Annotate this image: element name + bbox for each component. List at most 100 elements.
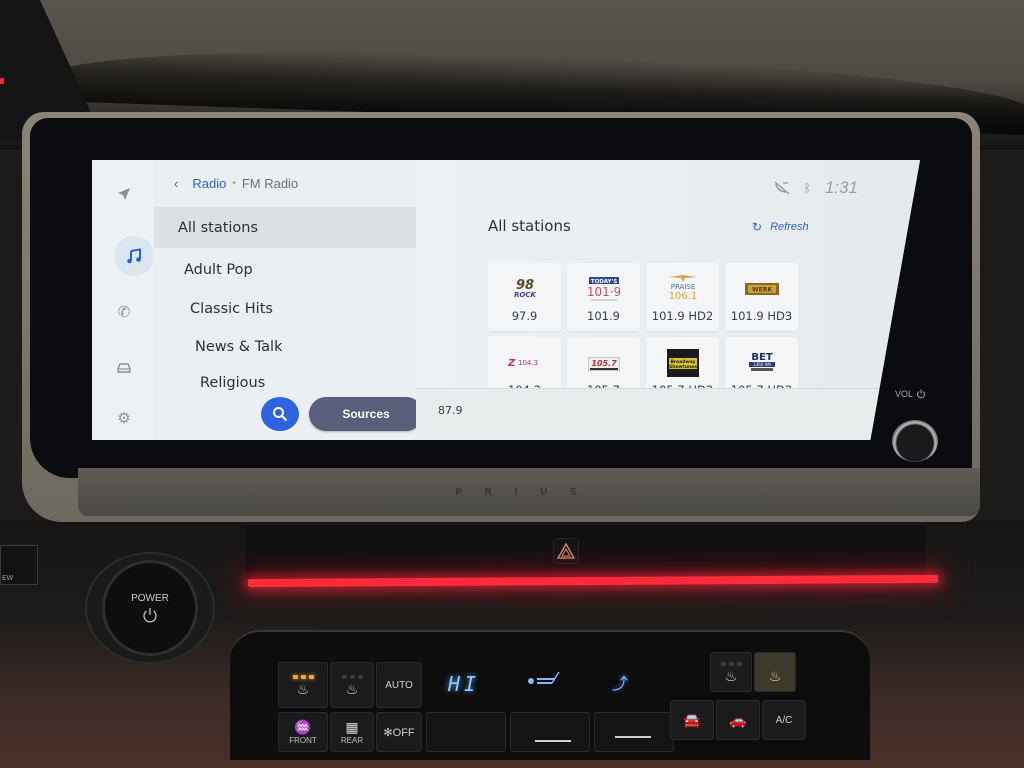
ac-button[interactable]: A/C — [762, 700, 806, 740]
fan-indicator — [615, 736, 651, 738]
station-logo-bet-1360am: BET 1360 AM — [747, 351, 777, 373]
now-playing-frequency: 87.9 — [438, 404, 463, 417]
rear-defrost-button[interactable]: ▦ REAR — [330, 712, 374, 752]
driver-seat-vent-button[interactable]: ♨ — [330, 662, 374, 708]
svg-text:PRAISE: PRAISE — [670, 283, 695, 291]
hazard-icon — [557, 543, 575, 559]
power-button[interactable]: POWER — [102, 560, 198, 656]
station-frequency: 97.9 — [511, 309, 538, 323]
power-icon — [917, 389, 925, 399]
category-label: Religious — [200, 375, 266, 391]
refresh-label: Refresh — [770, 221, 809, 233]
category-classic-hits[interactable]: Classic Hits — [190, 301, 273, 317]
rear-defrost-icon: ▦ — [345, 718, 359, 735]
category-label: All stations — [178, 220, 259, 236]
fresh-air-button[interactable]: 🚗 — [716, 700, 760, 740]
svg-text:106.1: 106.1 — [668, 291, 697, 302]
search-button[interactable] — [261, 397, 299, 431]
phone-icon: ✆ — [117, 303, 131, 321]
car-fresh-air-icon: 🚗 — [729, 712, 747, 728]
category-news-talk[interactable]: News & Talk — [195, 339, 282, 355]
svg-text:1360 AM: 1360 AM — [753, 362, 771, 367]
rail-item-media[interactable] — [114, 236, 154, 276]
car-recirculate-icon: 🚘 — [683, 712, 701, 728]
svg-text:ROCK: ROCK — [514, 291, 536, 299]
category-all-stations[interactable]: All stations — [154, 207, 416, 248]
hazard-button[interactable] — [553, 538, 579, 564]
recirculate-button[interactable]: 🚘 — [670, 700, 714, 740]
auto-button[interactable]: AUTO — [376, 662, 422, 708]
station-logo-z1043: Z 104.3 — [508, 357, 542, 369]
passenger-seat-vent-level — [720, 661, 742, 666]
category-label: Adult Pop — [184, 262, 253, 278]
station-frequency: 101.9 HD2 — [651, 309, 714, 323]
station-logo-1057: 105.7 — [587, 357, 620, 371]
temperature-display: HI — [448, 672, 481, 696]
front-defrost-button[interactable]: ♒ FRONT — [278, 712, 328, 752]
rail-item-vehicle[interactable] — [106, 350, 142, 386]
rail-item-settings[interactable]: ⚙ — [106, 400, 142, 436]
passenger-seat-vent-icon: ♨ — [724, 667, 738, 684]
svg-text:104.3: 104.3 — [518, 359, 538, 367]
temp-down-button[interactable] — [426, 712, 506, 752]
driver-seat-heat-button[interactable]: ♨ — [278, 662, 328, 708]
infotainment-screen: ✆ ⚙ ‹ Radio • FM Radio All stations Adul… — [92, 160, 920, 440]
category-list: ‹ Radio • FM Radio All stations Adult Po… — [154, 160, 423, 440]
station-tile[interactable]: 98 ROCK 97.9 — [488, 263, 561, 331]
station-tile[interactable]: TODAY'S 101·9 101.9 — [567, 263, 640, 331]
station-frequency: 101.9 — [587, 309, 620, 323]
passenger-seat-vent-button[interactable]: ♨ — [710, 652, 752, 692]
stations-title: All stations — [488, 217, 571, 235]
gear-icon: ⚙ — [117, 409, 131, 427]
seat-vent-icon: ♨ — [345, 680, 359, 697]
auto-label: AUTO — [385, 679, 413, 691]
rail-item-phone[interactable]: ✆ — [106, 294, 142, 330]
svg-text:Showtunes: Showtunes — [669, 364, 697, 370]
svg-text:101·9: 101·9 — [587, 285, 621, 299]
mode-indicator — [535, 740, 571, 742]
volume-knob[interactable] — [892, 420, 938, 462]
breadcrumb-separator: • — [232, 178, 236, 189]
station-tile[interactable]: WERK 101.9 HD3 — [725, 263, 798, 331]
status-bar: ᛒ 1:31 — [774, 178, 858, 198]
category-religious[interactable]: Religious — [200, 375, 265, 391]
passenger-seat-heat-button[interactable]: ♨ — [754, 652, 796, 692]
now-playing-bar[interactable]: 87.9 — [416, 388, 920, 440]
brand-text: PRIUS — [455, 487, 600, 498]
breadcrumb-radio[interactable]: Radio — [192, 176, 226, 191]
recirculation-mode-icon: ⤴ — [612, 674, 629, 693]
breadcrumb-fm-radio: FM Radio — [241, 176, 299, 191]
front-defrost-icon: ♒ — [294, 718, 312, 735]
back-button[interactable]: ‹ — [174, 176, 178, 191]
volume-label-text: VOL — [895, 389, 914, 399]
fan-speed-button[interactable] — [594, 712, 674, 752]
fan-off-button[interactable]: ✻OFF — [376, 712, 422, 752]
mode-button[interactable] — [510, 712, 590, 752]
station-frequency: 101.9 HD3 — [730, 309, 793, 323]
seat-heat-level — [292, 674, 314, 679]
fan-off-text: OFF — [392, 726, 415, 739]
ac-label: A/C — [775, 714, 793, 726]
station-logo-praise-1061: PRAISE 106.1 — [665, 273, 701, 303]
category-adult-pop[interactable]: Adult Pop — [184, 262, 253, 278]
music-note-icon — [127, 248, 141, 264]
seat-heat-icon: ♨ — [296, 680, 310, 697]
refresh-button[interactable]: ↻ Refresh — [752, 220, 809, 234]
sources-button[interactable]: Sources — [309, 397, 423, 431]
view-switch[interactable]: EW — [0, 545, 38, 585]
category-label: News & Talk — [195, 339, 283, 355]
station-logo-98rock: 98 ROCK — [508, 277, 542, 299]
view-switch-label: EW — [2, 574, 14, 582]
fan-off-label: ✻OFF — [383, 726, 415, 739]
front-defrost-label: FRONT — [289, 735, 317, 745]
category-label: Classic Hits — [190, 301, 273, 317]
navigation-arrow-icon — [118, 188, 130, 200]
station-tile[interactable]: PRAISE 106.1 101.9 HD2 — [646, 263, 719, 331]
stations-panel: ᛒ 1:31 All stations ↻ Refresh 98 ROCK 97.… — [416, 160, 920, 440]
phone-muted-icon — [774, 181, 790, 195]
rail-item-navigation[interactable] — [106, 176, 142, 212]
station-logo-todays-1019: TODAY'S 101·9 — [587, 277, 621, 303]
passenger-seat-heat-icon: ♨ — [768, 667, 782, 684]
red-indicator-light — [0, 78, 4, 84]
airflow-face-feet-icon — [526, 670, 560, 692]
